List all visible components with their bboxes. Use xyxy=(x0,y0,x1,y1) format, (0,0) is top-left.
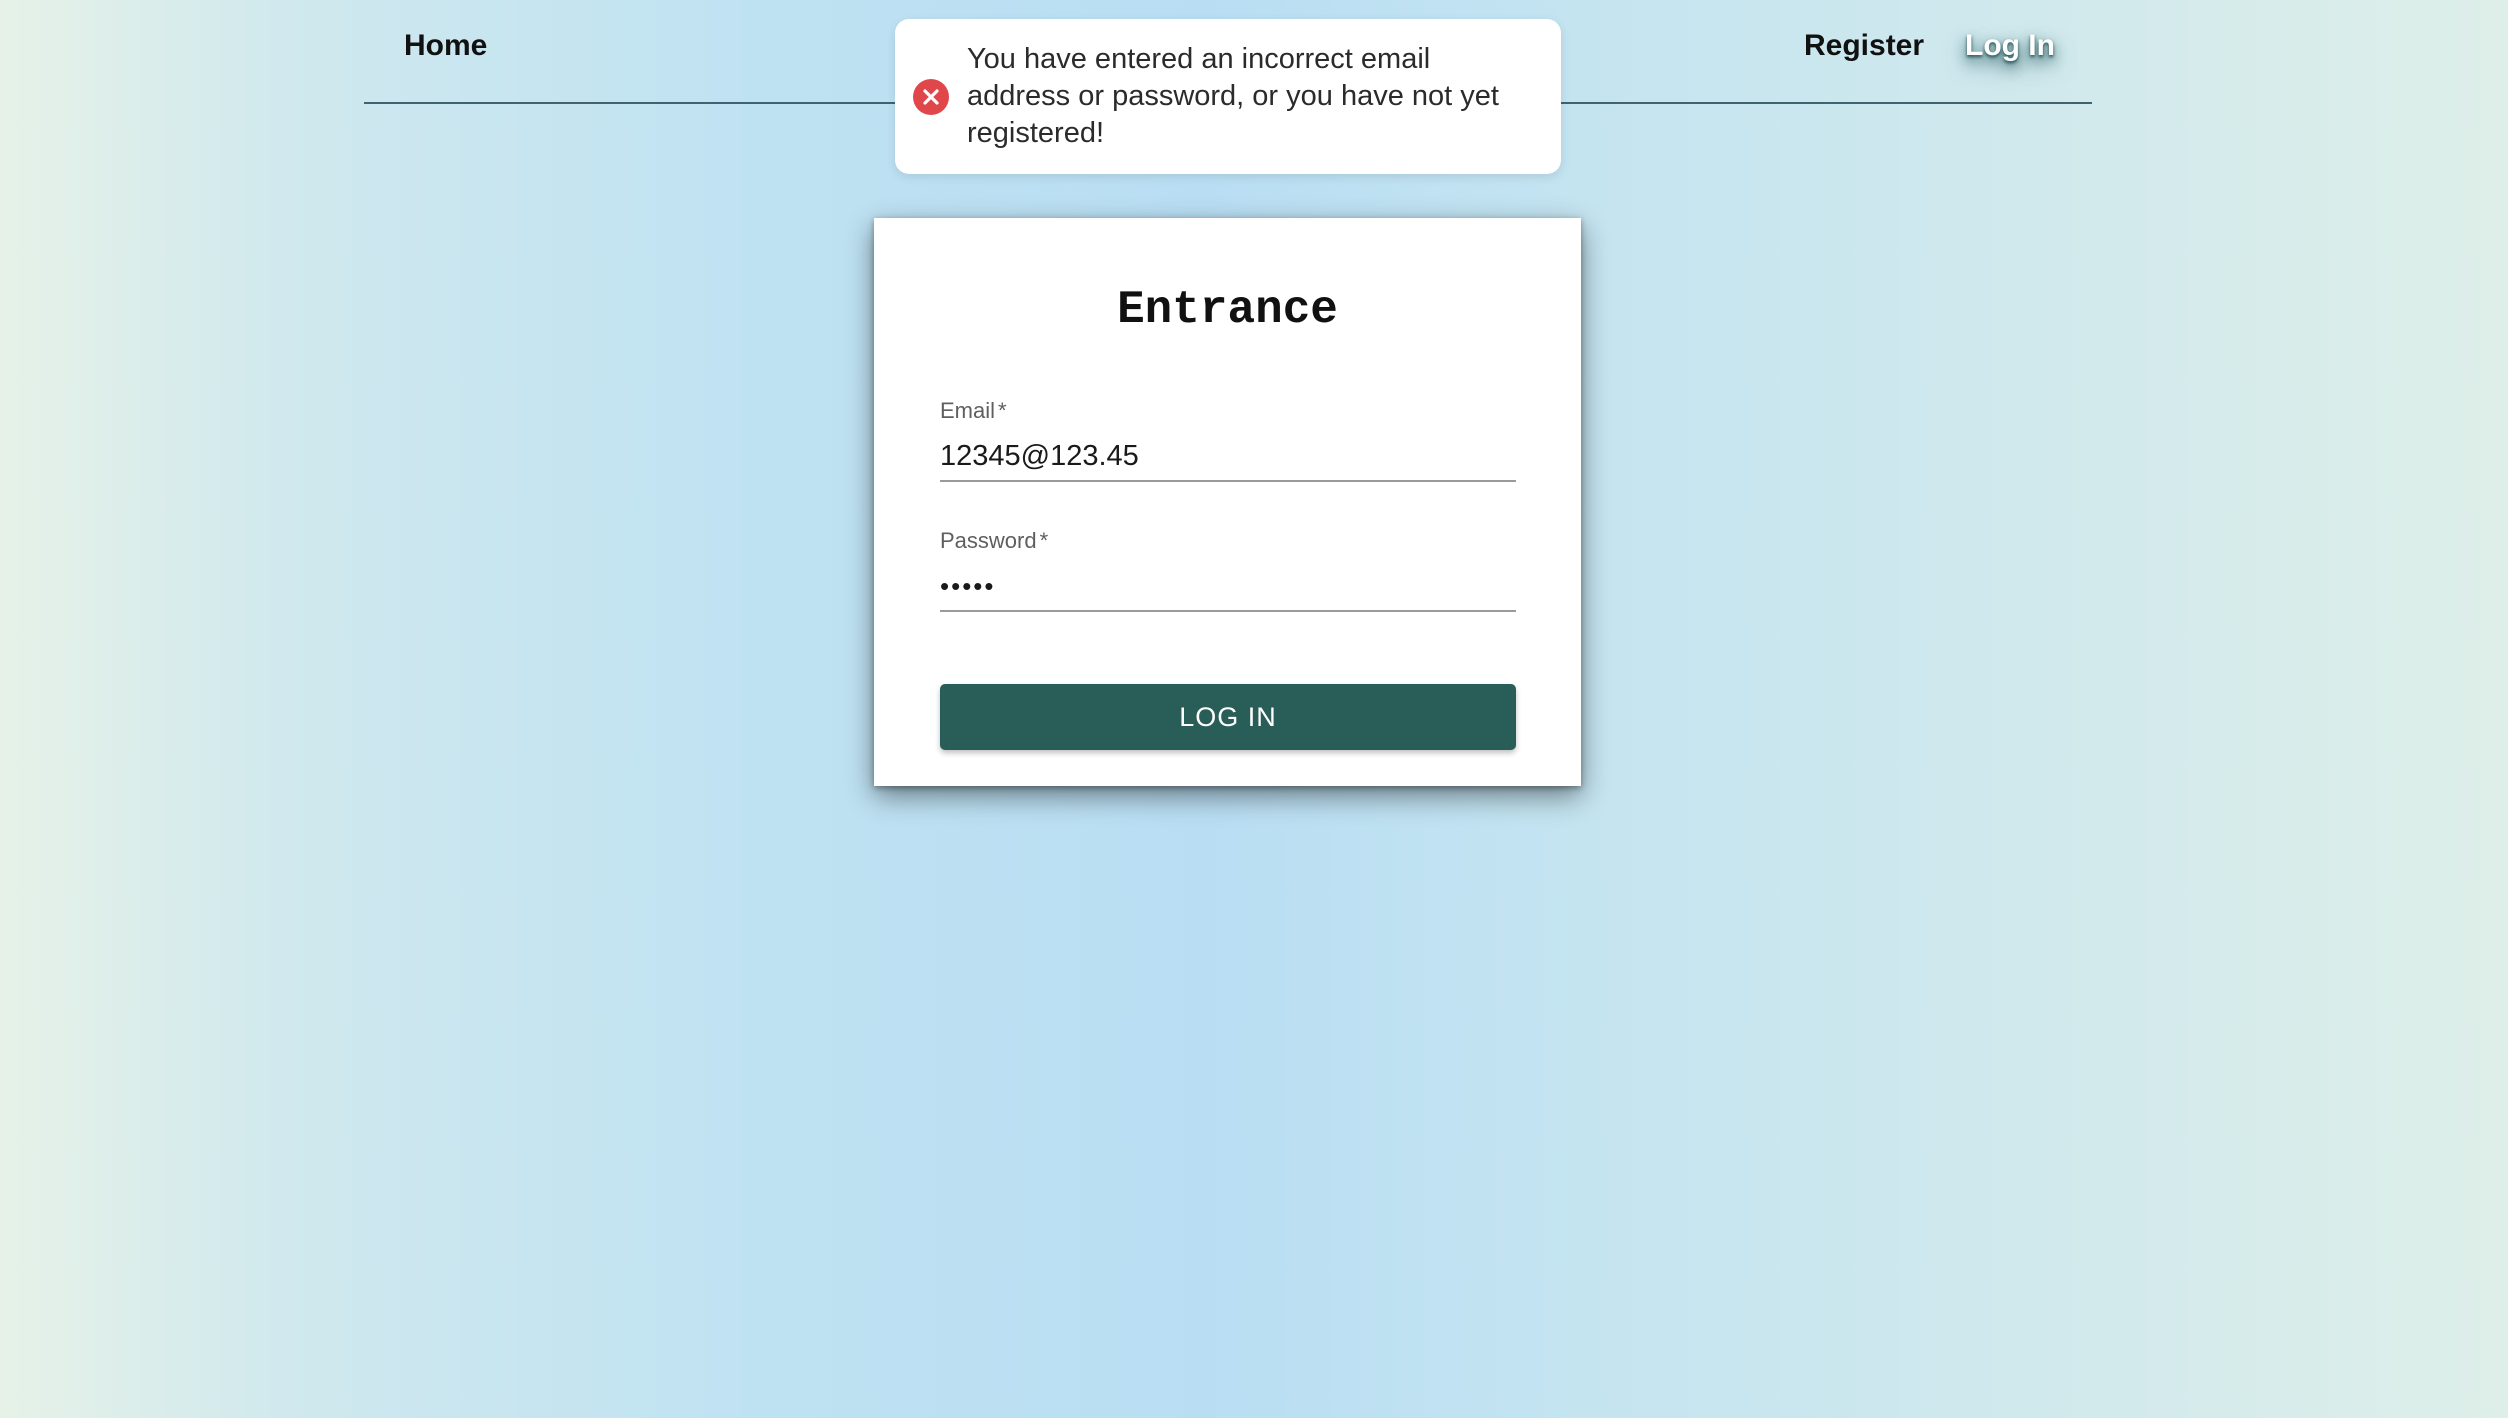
password-input[interactable]: ••••• xyxy=(940,566,1516,612)
nav-register-link[interactable]: Register xyxy=(1804,29,1924,63)
required-marker: * xyxy=(998,398,1007,423)
password-label-text: Password xyxy=(940,528,1037,553)
form-title: Entrance xyxy=(1117,284,1338,336)
error-message: You have entered an incorrect email addr… xyxy=(967,43,1499,149)
error-toast: You have entered an incorrect email addr… xyxy=(895,19,1561,174)
nav-home-link[interactable]: Home xyxy=(404,29,487,63)
nav-login-link[interactable]: Log In xyxy=(1965,29,2055,63)
password-field: Password * ••••• xyxy=(940,526,1516,612)
email-input[interactable]: 12345@123.45 xyxy=(940,436,1516,482)
login-button[interactable]: LOG IN xyxy=(940,684,1516,750)
close-circle-icon xyxy=(913,79,949,115)
email-label-text: Email xyxy=(940,398,996,423)
password-label: Password * xyxy=(940,526,1516,556)
email-field: Email * 12345@123.45 xyxy=(940,396,1516,482)
required-marker: * xyxy=(1039,528,1049,553)
email-label: Email * xyxy=(940,396,1516,426)
login-card: Entrance Email * 12345@123.45 Password * •… xyxy=(874,218,1581,786)
